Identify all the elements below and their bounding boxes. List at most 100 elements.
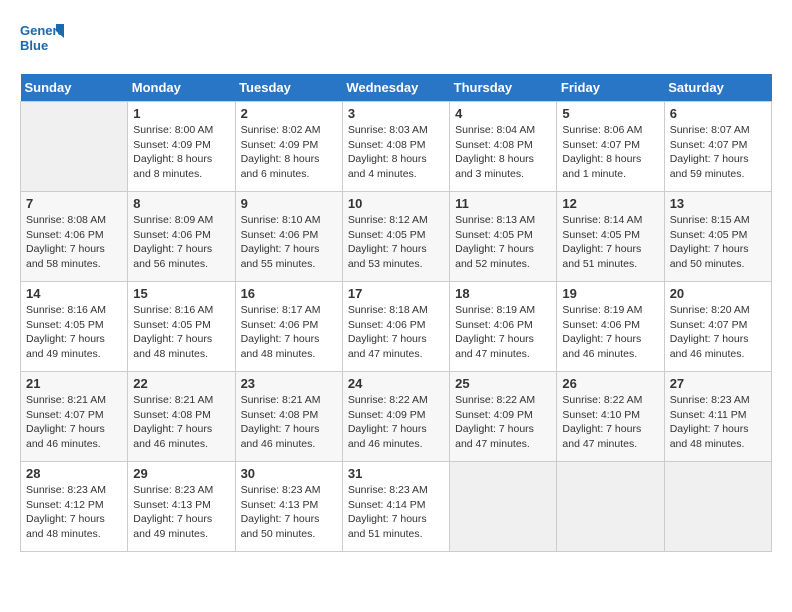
page-header: General Blue: [20, 20, 772, 64]
calendar-cell: 4 Sunrise: 8:04 AMSunset: 4:08 PMDaylight…: [450, 102, 557, 192]
week-row-3: 14Sunrise: 8:16 AMSunset: 4:05 PMDayligh…: [21, 282, 772, 372]
calendar-cell: 22 Sunrise: 8:21 AMSunset: 4:08 PMDayligh…: [128, 372, 235, 462]
cell-info: Sunrise: 8:04 AMSunset: 4:08 PMDaylight:…: [455, 123, 551, 182]
day-number: 17: [348, 286, 444, 301]
cell-info: Sunrise: 8:21 AMSunset: 4:07 PMDaylight:…: [26, 393, 122, 452]
day-number: 19: [562, 286, 658, 301]
calendar-cell: 27 Sunrise: 8:23 AMSunset: 4:11 PMDayligh…: [664, 372, 771, 462]
calendar-cell: 26Sunrise: 8:22 AMSunset: 4:10 PMDayligh…: [557, 372, 664, 462]
day-number: 6: [670, 106, 766, 121]
day-number: 9: [241, 196, 337, 211]
calendar-cell: 8 Sunrise: 8:09 AMSunset: 4:06 PMDaylight…: [128, 192, 235, 282]
dow-header-friday: Friday: [557, 74, 664, 102]
svg-text:Blue: Blue: [20, 38, 48, 53]
day-number: 22: [133, 376, 229, 391]
cell-info: Sunrise: 8:09 AMSunset: 4:06 PMDaylight:…: [133, 213, 229, 272]
cell-info: Sunrise: 8:13 AMSunset: 4:05 PMDaylight:…: [455, 213, 551, 272]
calendar-cell: [664, 462, 771, 552]
dow-header-wednesday: Wednesday: [342, 74, 449, 102]
cell-info: Sunrise: 8:17 AMSunset: 4:06 PMDaylight:…: [241, 303, 337, 362]
calendar-cell: 18 Sunrise: 8:19 AMSunset: 4:06 PMDayligh…: [450, 282, 557, 372]
calendar-cell: 20 Sunrise: 8:20 AMSunset: 4:07 PMDayligh…: [664, 282, 771, 372]
cell-info: Sunrise: 8:12 AMSunset: 4:05 PMDaylight:…: [348, 213, 444, 272]
day-number: 25: [455, 376, 551, 391]
day-number: 21: [26, 376, 122, 391]
cell-info: Sunrise: 8:14 AMSunset: 4:05 PMDaylight:…: [562, 213, 658, 272]
cell-info: Sunrise: 8:23 AMSunset: 4:14 PMDaylight:…: [348, 483, 444, 542]
cell-info: Sunrise: 8:23 AMSunset: 4:12 PMDaylight:…: [26, 483, 122, 542]
day-number: 27: [670, 376, 766, 391]
calendar-cell: 12 Sunrise: 8:14 AMSunset: 4:05 PMDayligh…: [557, 192, 664, 282]
day-number: 15: [133, 286, 229, 301]
cell-info: Sunrise: 8:22 AMSunset: 4:10 PMDaylight:…: [562, 393, 658, 452]
cell-info: Sunrise: 8:23 AMSunset: 4:13 PMDaylight:…: [241, 483, 337, 542]
cell-info: Sunrise: 8:21 AMSunset: 4:08 PMDaylight:…: [133, 393, 229, 452]
cell-info: Sunrise: 8:06 AMSunset: 4:07 PMDaylight:…: [562, 123, 658, 182]
calendar-cell: 15 Sunrise: 8:16 AMSunset: 4:05 PMDayligh…: [128, 282, 235, 372]
calendar-table: SundayMondayTuesdayWednesdayThursdayFrid…: [20, 74, 772, 552]
day-number: 2: [241, 106, 337, 121]
day-number: 1: [133, 106, 229, 121]
calendar-cell: [450, 462, 557, 552]
week-row-4: 21 Sunrise: 8:21 AMSunset: 4:07 PMDayligh…: [21, 372, 772, 462]
calendar-cell: 30 Sunrise: 8:23 AMSunset: 4:13 PMDayligh…: [235, 462, 342, 552]
calendar-cell: 14Sunrise: 8:16 AMSunset: 4:05 PMDayligh…: [21, 282, 128, 372]
day-number: 16: [241, 286, 337, 301]
cell-info: Sunrise: 8:15 AMSunset: 4:05 PMDaylight:…: [670, 213, 766, 272]
calendar-body: 1 Sunrise: 8:00 AMSunset: 4:09 PMDaylight…: [21, 102, 772, 552]
calendar-cell: 2 Sunrise: 8:02 AMSunset: 4:09 PMDaylight…: [235, 102, 342, 192]
cell-info: Sunrise: 8:18 AMSunset: 4:06 PMDaylight:…: [348, 303, 444, 362]
calendar-cell: 10 Sunrise: 8:12 AMSunset: 4:05 PMDayligh…: [342, 192, 449, 282]
day-number: 4: [455, 106, 551, 121]
calendar-cell: 31 Sunrise: 8:23 AMSunset: 4:14 PMDayligh…: [342, 462, 449, 552]
dow-header-thursday: Thursday: [450, 74, 557, 102]
calendar-cell: 23 Sunrise: 8:21 AMSunset: 4:08 PMDayligh…: [235, 372, 342, 462]
day-number: 12: [562, 196, 658, 211]
cell-info: Sunrise: 8:23 AMSunset: 4:11 PMDaylight:…: [670, 393, 766, 452]
day-number: 8: [133, 196, 229, 211]
calendar-cell: 16 Sunrise: 8:17 AMSunset: 4:06 PMDayligh…: [235, 282, 342, 372]
day-number: 30: [241, 466, 337, 481]
dow-header-sunday: Sunday: [21, 74, 128, 102]
calendar-cell: 6 Sunrise: 8:07 AMSunset: 4:07 PMDaylight…: [664, 102, 771, 192]
calendar-cell: 7 Sunrise: 8:08 AMSunset: 4:06 PMDaylight…: [21, 192, 128, 282]
cell-info: Sunrise: 8:08 AMSunset: 4:06 PMDaylight:…: [26, 213, 122, 272]
week-row-1: 1 Sunrise: 8:00 AMSunset: 4:09 PMDaylight…: [21, 102, 772, 192]
day-number: 24: [348, 376, 444, 391]
dow-header-saturday: Saturday: [664, 74, 771, 102]
day-number: 23: [241, 376, 337, 391]
cell-info: Sunrise: 8:23 AMSunset: 4:13 PMDaylight:…: [133, 483, 229, 542]
calendar-cell: 5 Sunrise: 8:06 AMSunset: 4:07 PMDaylight…: [557, 102, 664, 192]
calendar-cell: [21, 102, 128, 192]
cell-info: Sunrise: 8:02 AMSunset: 4:09 PMDaylight:…: [241, 123, 337, 182]
cell-info: Sunrise: 8:20 AMSunset: 4:07 PMDaylight:…: [670, 303, 766, 362]
cell-info: Sunrise: 8:19 AMSunset: 4:06 PMDaylight:…: [455, 303, 551, 362]
logo: General Blue: [20, 20, 64, 64]
day-number: 28: [26, 466, 122, 481]
cell-info: Sunrise: 8:10 AMSunset: 4:06 PMDaylight:…: [241, 213, 337, 272]
calendar-cell: [557, 462, 664, 552]
day-number: 20: [670, 286, 766, 301]
cell-info: Sunrise: 8:07 AMSunset: 4:07 PMDaylight:…: [670, 123, 766, 182]
cell-info: Sunrise: 8:21 AMSunset: 4:08 PMDaylight:…: [241, 393, 337, 452]
logo-svg: General Blue: [20, 20, 64, 64]
cell-info: Sunrise: 8:03 AMSunset: 4:08 PMDaylight:…: [348, 123, 444, 182]
calendar-cell: 11Sunrise: 8:13 AMSunset: 4:05 PMDayligh…: [450, 192, 557, 282]
cell-info: Sunrise: 8:22 AMSunset: 4:09 PMDaylight:…: [348, 393, 444, 452]
day-number: 3: [348, 106, 444, 121]
calendar-cell: 1 Sunrise: 8:00 AMSunset: 4:09 PMDaylight…: [128, 102, 235, 192]
day-number: 7: [26, 196, 122, 211]
dow-header-monday: Monday: [128, 74, 235, 102]
cell-info: Sunrise: 8:16 AMSunset: 4:05 PMDaylight:…: [133, 303, 229, 362]
calendar-cell: 17 Sunrise: 8:18 AMSunset: 4:06 PMDayligh…: [342, 282, 449, 372]
calendar-cell: 25 Sunrise: 8:22 AMSunset: 4:09 PMDayligh…: [450, 372, 557, 462]
day-number: 5: [562, 106, 658, 121]
day-number: 18: [455, 286, 551, 301]
calendar-cell: 13Sunrise: 8:15 AMSunset: 4:05 PMDayligh…: [664, 192, 771, 282]
cell-info: Sunrise: 8:22 AMSunset: 4:09 PMDaylight:…: [455, 393, 551, 452]
cell-info: Sunrise: 8:00 AMSunset: 4:09 PMDaylight:…: [133, 123, 229, 182]
calendar-cell: 19Sunrise: 8:19 AMSunset: 4:06 PMDayligh…: [557, 282, 664, 372]
calendar-cell: 29Sunrise: 8:23 AMSunset: 4:13 PMDayligh…: [128, 462, 235, 552]
day-number: 10: [348, 196, 444, 211]
day-number: 31: [348, 466, 444, 481]
